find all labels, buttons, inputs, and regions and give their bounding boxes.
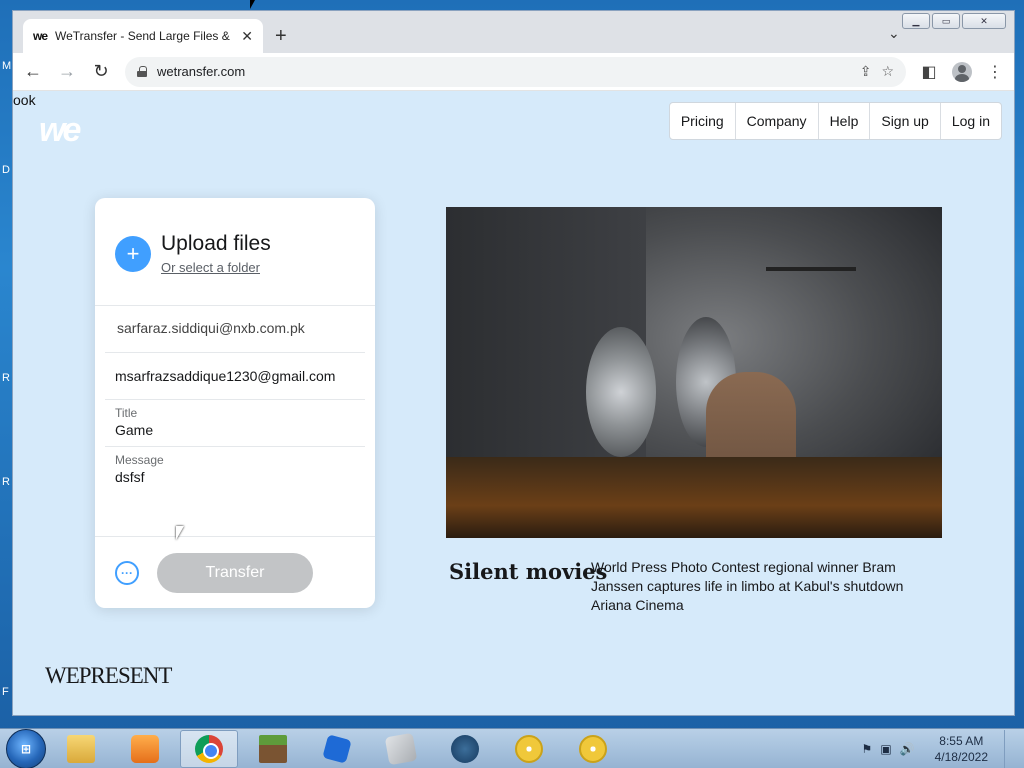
tab-wetransfer[interactable]: we WeTransfer - Send Large Files & S ✕	[23, 19, 263, 53]
disc-icon	[515, 734, 543, 763]
select-folder-link[interactable]: Or select a folder	[161, 260, 260, 275]
media-player-icon	[131, 734, 159, 763]
more-options-icon[interactable]: ···	[115, 561, 139, 585]
taskbar-disc-2[interactable]	[564, 730, 622, 768]
taskbar-minecraft[interactable]	[244, 730, 302, 768]
cinema-photo[interactable]	[446, 207, 942, 538]
upload-footer: ··· Transfer	[95, 536, 375, 608]
desktop-label-fragment: D	[2, 164, 10, 176]
folder-icon	[67, 734, 95, 763]
start-button[interactable]: ⊞	[6, 728, 46, 768]
overlap-text-fragment: ook	[13, 92, 36, 108]
system-tray: ⚑ ▣ 🔊 8:55 AM 4/18/2022	[862, 729, 1024, 768]
message-value: dsfsf	[115, 469, 145, 485]
desktop-label-fragment: F	[2, 686, 9, 698]
reload-icon[interactable]: ↻	[91, 61, 111, 82]
taskbar-disc-1[interactable]	[500, 730, 558, 768]
your-email-field[interactable]: msarfrazsaddique1230@gmail.com	[105, 353, 365, 400]
roblox-icon	[322, 733, 352, 764]
wetransfer-logo[interactable]: we	[39, 111, 81, 150]
upload-header: + Upload files Or select a folder	[95, 198, 375, 306]
new-tab-button[interactable]: +	[275, 25, 287, 48]
tab-strip: we WeTransfer - Send Large Files & S ✕ +…	[13, 11, 1014, 53]
wetransfer-page: ook we Pricing Company Help Sign up Log …	[13, 91, 1014, 715]
mouse-pointer-icon	[176, 526, 184, 540]
back-arrow-icon[interactable]: ←	[23, 61, 43, 82]
upload-files-title[interactable]: Upload files	[161, 232, 271, 256]
title-field[interactable]: Title Game	[105, 400, 365, 447]
top-navigation: Pricing Company Help Sign up Log in	[668, 102, 1002, 140]
close-tab-icon[interactable]: ✕	[241, 28, 253, 45]
tab-search-chevron-icon[interactable]: ⌄	[888, 25, 900, 42]
photo-floor	[446, 457, 942, 538]
nav-pricing[interactable]: Pricing	[670, 103, 736, 139]
show-desktop-button[interactable]	[1004, 729, 1016, 768]
email-to-field[interactable]: sarfaraz.siddiqui@nxb.com.pk	[105, 306, 365, 353]
taskbar-app[interactable]	[372, 730, 430, 768]
maximize-button[interactable]: ▭	[932, 13, 960, 29]
resize-cursor-icon	[250, 0, 255, 9]
share-icon[interactable]: ⇪	[860, 63, 872, 80]
wetransfer-favicon-icon: we	[33, 29, 48, 43]
title-value: Game	[115, 422, 154, 438]
desktop-label-fragment: R	[2, 476, 10, 488]
nav-help[interactable]: Help	[819, 103, 871, 139]
tab-title: WeTransfer - Send Large Files & S	[55, 29, 234, 43]
photo-coat-rack	[766, 267, 856, 271]
close-window-button[interactable]: ✕	[962, 13, 1006, 29]
taskbar-roblox[interactable]	[308, 730, 366, 768]
minecraft-icon	[259, 734, 287, 763]
app-icon	[384, 732, 418, 765]
side-panel-icon[interactable]: ◧	[920, 62, 938, 82]
disc-icon	[579, 734, 607, 763]
transfer-button[interactable]: Transfer	[157, 553, 313, 593]
add-files-plus-icon[interactable]: +	[115, 236, 151, 272]
window-controls: ▁ ▭ ✕	[902, 13, 1006, 29]
wepresent-logo[interactable]: WEPRESENT	[45, 663, 172, 689]
minimize-button[interactable]: ▁	[902, 13, 930, 29]
feature-title[interactable]: Silent movies	[449, 559, 607, 584]
address-bar[interactable]: wetransfer.com ⇪ ☆	[125, 56, 906, 87]
taskbar-explorer[interactable]	[52, 730, 110, 768]
nav-company[interactable]: Company	[736, 103, 819, 139]
clock-date: 4/18/2022	[934, 749, 988, 764]
nav-log-in[interactable]: Log in	[941, 103, 1001, 139]
volume-icon[interactable]: 🔊	[900, 742, 915, 756]
taskbar-media-player[interactable]	[116, 730, 174, 768]
clock[interactable]: 8:55 AM 4/18/2022	[935, 733, 988, 765]
url-text[interactable]: wetransfer.com	[157, 64, 850, 79]
your-email-value: msarfrazsaddique1230@gmail.com	[115, 368, 336, 384]
upload-card: + Upload files Or select a folder sarfar…	[95, 198, 375, 608]
lock-icon[interactable]	[137, 66, 147, 77]
clock-time: 8:55 AM	[939, 733, 984, 748]
feature-description[interactable]: World Press Photo Contest regional winne…	[591, 558, 941, 615]
network-icon[interactable]: ▣	[880, 742, 891, 756]
windows-taskbar: ⊞ ⚑ ▣ 🔊 8:55 AM 4/18/2022	[0, 728, 1024, 768]
desktop-label-fragment: R	[2, 372, 10, 384]
message-label: Message	[115, 453, 164, 467]
title-label: Title	[115, 406, 138, 420]
message-field[interactable]: Message dsfsf	[105, 447, 365, 535]
taskbar-chrome[interactable]	[180, 729, 238, 768]
action-center-flag-icon[interactable]: ⚑	[862, 742, 873, 756]
email-to-value: sarfaraz.siddiqui@nxb.com.pk	[117, 320, 305, 336]
steam-icon	[451, 734, 479, 763]
profile-avatar-icon[interactable]	[952, 61, 972, 82]
bookmark-star-icon[interactable]: ☆	[881, 63, 894, 80]
browser-toolbar: ← → ↻ wetransfer.com ⇪ ☆ ◧ ⋮	[13, 53, 1014, 91]
browser-window: we WeTransfer - Send Large Files & S ✕ +…	[12, 10, 1015, 716]
photo-film-reel	[586, 327, 656, 457]
chrome-icon	[195, 734, 223, 763]
menu-kebab-icon[interactable]: ⋮	[986, 62, 1004, 82]
nav-sign-up[interactable]: Sign up	[870, 103, 941, 139]
forward-arrow-icon[interactable]: →	[57, 61, 77, 82]
desktop-label-fragment: M	[2, 60, 12, 72]
taskbar-steam[interactable]	[436, 730, 494, 768]
